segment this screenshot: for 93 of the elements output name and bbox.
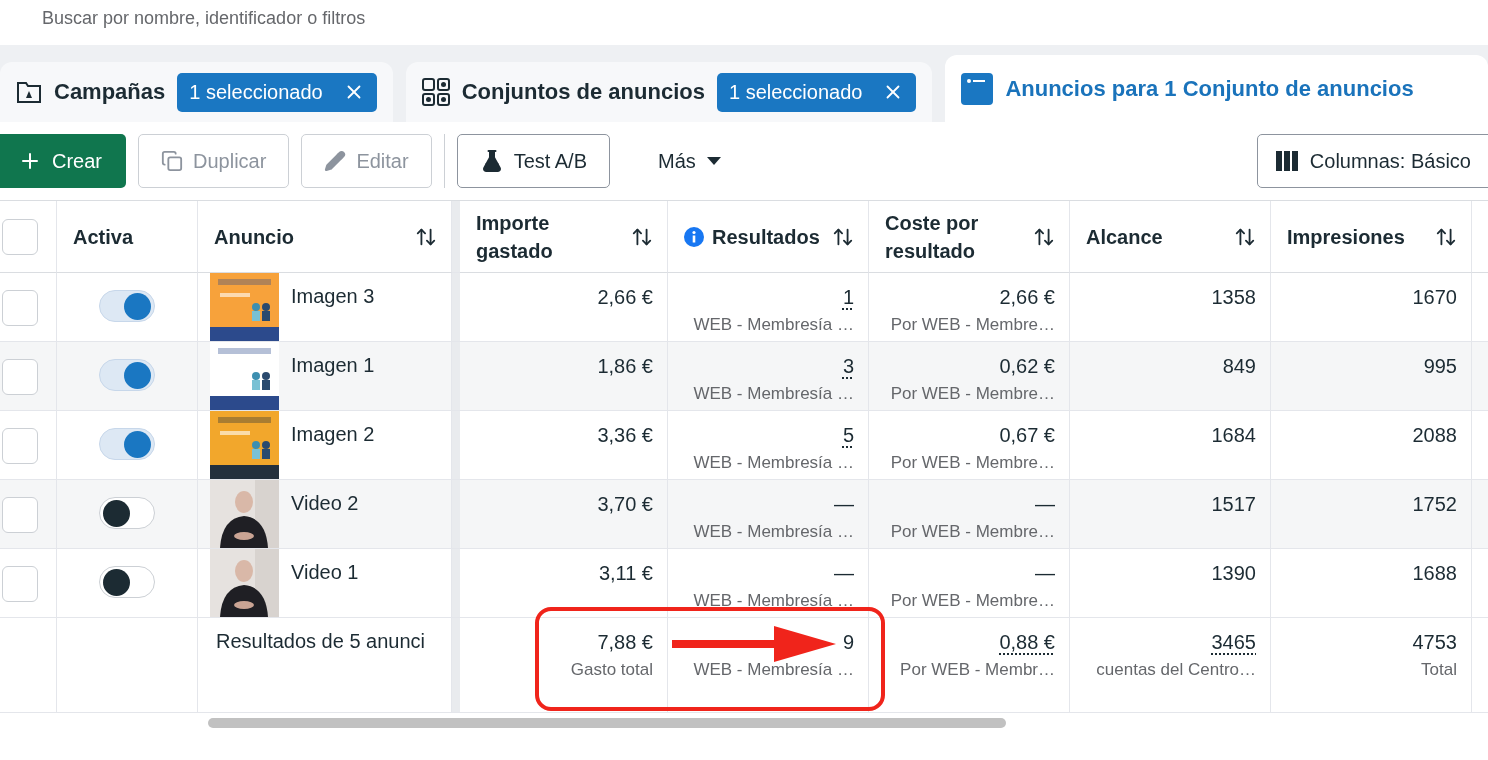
toggle-switch[interactable] xyxy=(99,428,155,460)
caret-icon xyxy=(705,156,722,166)
total-value: 9 xyxy=(842,630,854,654)
folder-icon xyxy=(16,80,42,104)
column-header[interactable]: Coste por resultado xyxy=(885,208,1025,265)
cell-value: 849 xyxy=(1222,354,1256,378)
checkbox[interactable] xyxy=(2,566,38,602)
more-button[interactable]: Más xyxy=(636,134,744,188)
cell-note: WEB - Membresía … xyxy=(693,591,854,611)
cell-value: 1752 xyxy=(1412,492,1457,516)
cell-value: 5 xyxy=(842,423,854,447)
create-button[interactable]: Crear xyxy=(0,134,126,188)
cell-note: WEB - Membresía … xyxy=(693,522,854,542)
ad-name[interactable]: Imagen 2 xyxy=(291,423,375,446)
columns-button[interactable]: Columnas: Básico xyxy=(1256,134,1488,188)
column-header[interactable]: Activa xyxy=(73,222,134,251)
columns-icon xyxy=(1275,151,1298,171)
column-header[interactable]: Importe gastado xyxy=(476,208,623,265)
tab-label[interactable]: Anuncios para 1 Conjunto de anuncios xyxy=(1005,75,1414,102)
tab-label[interactable]: Campañas xyxy=(54,79,166,105)
tab[interactable]: Campañas 1 seleccionado xyxy=(0,62,393,122)
cell-value: — xyxy=(834,561,854,585)
cell-note: Por WEB - Membre… xyxy=(890,384,1055,404)
cell-value: 1 xyxy=(842,285,854,309)
ad-window-icon xyxy=(961,72,994,105)
cell-value: 0,62 € xyxy=(999,354,1055,378)
ad-name[interactable]: Video 2 xyxy=(291,492,359,515)
scrollbar-thumb[interactable] xyxy=(208,718,1006,728)
total-note: WEB - Membresía … xyxy=(693,660,854,680)
column-header[interactable]: Impresiones xyxy=(1287,222,1405,251)
column-header[interactable]: Alcance xyxy=(1086,222,1163,251)
cell-value: 2,66 € xyxy=(999,285,1055,309)
selection-badge[interactable]: 1 seleccionado xyxy=(177,72,377,112)
badge-label: 1 seleccionado xyxy=(189,80,323,104)
totals-label: Resultados de 5 anunci xyxy=(216,630,426,653)
column-header[interactable]: Anuncio xyxy=(214,222,294,251)
column-header[interactable]: Resultados xyxy=(712,222,820,251)
cell-note: WEB - Membresía … xyxy=(693,384,854,404)
cell-value: 1,86 € xyxy=(597,354,653,378)
cell-note: WEB - Membresía … xyxy=(693,453,854,473)
cell-value: — xyxy=(1035,561,1055,585)
total-note: Total xyxy=(1421,660,1457,680)
checkbox[interactable] xyxy=(2,290,38,326)
cell-value: 2088 xyxy=(1412,423,1457,447)
cell-note: Por WEB - Membre… xyxy=(890,453,1055,473)
cell-value: 3,70 € xyxy=(597,492,653,516)
cell-value: 1517 xyxy=(1211,492,1256,516)
total-value: 0,88 € xyxy=(999,630,1055,654)
total-value: 7,88 € xyxy=(597,630,653,654)
info-icon[interactable] xyxy=(684,226,704,247)
cell-value: 3,11 € xyxy=(598,561,653,585)
cell-note: Por WEB - Membre… xyxy=(890,315,1055,335)
cell-value: 2,66 € xyxy=(597,285,653,309)
cell-value: 1670 xyxy=(1412,285,1457,309)
cell-value: 995 xyxy=(1423,354,1457,378)
checkbox[interactable] xyxy=(2,497,38,533)
cell-value: 1684 xyxy=(1211,423,1256,447)
toggle-switch[interactable] xyxy=(99,497,155,529)
checkbox[interactable] xyxy=(2,428,38,464)
cell-value: 0,67 € xyxy=(999,423,1055,447)
selection-badge[interactable]: 1 seleccionado xyxy=(716,72,917,112)
checkbox[interactable] xyxy=(2,218,38,255)
checkbox[interactable] xyxy=(2,359,38,395)
ad-name[interactable]: Imagen 1 xyxy=(291,354,375,377)
total-note: cuentas del Centro… xyxy=(1096,660,1256,680)
cell-value: 1390 xyxy=(1211,561,1256,585)
cell-note: Por WEB - Membre… xyxy=(890,522,1055,542)
ad-name[interactable]: Video 1 xyxy=(291,561,359,584)
toggle-switch[interactable] xyxy=(99,290,155,322)
pencil-icon xyxy=(324,150,347,172)
grid-icon xyxy=(421,78,450,106)
cell-value: — xyxy=(834,492,854,516)
cell-value: 3,36 € xyxy=(597,423,653,447)
tab[interactable]: Conjuntos de anuncios 1 seleccionado xyxy=(405,62,933,122)
badge-label: 1 seleccionado xyxy=(728,80,863,104)
toggle-switch[interactable] xyxy=(99,359,155,391)
toggle-switch[interactable] xyxy=(99,566,155,598)
total-value: 3465 xyxy=(1211,630,1256,654)
cell-value: 3 xyxy=(842,354,854,378)
total-note: Gasto total xyxy=(570,660,653,680)
ad-name[interactable]: Imagen 3 xyxy=(291,285,375,308)
cell-note: Por WEB - Membre… xyxy=(890,591,1055,611)
cell-note: WEB - Membresía … xyxy=(693,315,854,335)
copy-icon xyxy=(161,150,183,172)
tab-label[interactable]: Conjuntos de anuncios xyxy=(461,79,705,105)
search-field[interactable]: Buscar por nombre, identificador o filtros xyxy=(0,0,700,36)
total-note: Por WEB - Membr… xyxy=(900,660,1055,680)
cell-value: — xyxy=(1035,492,1055,516)
test-button[interactable]: Test A/B xyxy=(456,134,610,188)
cell-value: 1688 xyxy=(1412,561,1457,585)
total-value: 4753 xyxy=(1412,630,1457,654)
tab[interactable]: Anuncios para 1 Conjunto de anuncios xyxy=(945,55,1488,122)
cell-value: 1358 xyxy=(1211,285,1256,309)
